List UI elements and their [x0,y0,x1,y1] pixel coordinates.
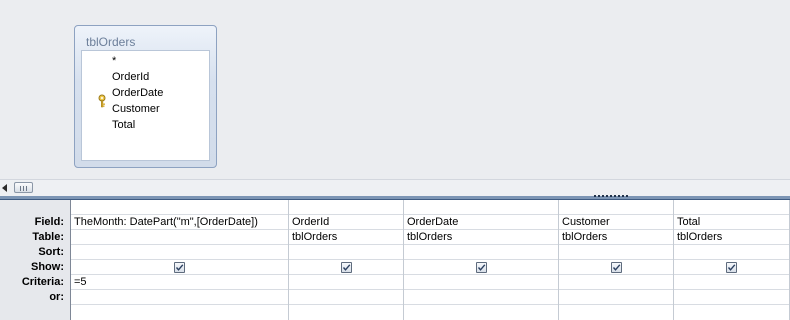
table-cell[interactable]: tblOrders [289,230,403,245]
or-cell[interactable] [404,290,558,305]
field-list[interactable]: * OrderId OrderDate Customer Total [81,50,210,161]
primary-key-icon [98,94,106,108]
row-label-or: or: [49,291,64,303]
sort-cell[interactable] [404,245,558,260]
row-label-table: Table: [32,231,64,243]
show-checkbox[interactable] [476,262,487,273]
table-cell[interactable]: tblOrders [559,230,673,245]
horizontal-scrollbar[interactable] [0,179,790,196]
criteria-cell[interactable]: =5 [71,275,288,290]
table-cell[interactable] [71,230,288,245]
criteria-cell[interactable] [404,275,558,290]
show-checkbox[interactable] [611,262,622,273]
criteria-cell[interactable] [674,275,789,290]
row-label-field: Field: [34,216,64,228]
row-headers: Field: Table: Sort: Show: Criteria: or: [0,200,71,320]
criteria-cell[interactable] [559,275,673,290]
sort-cell[interactable] [559,245,673,260]
field-item-orderdate[interactable]: OrderDate [112,86,163,101]
field-cell[interactable]: OrderDate [404,215,558,230]
field-item-customer[interactable]: Customer [112,102,160,117]
or-cell[interactable] [559,290,673,305]
query-design-grid: Field: Table: Sort: Show: Criteria: or: … [0,200,790,320]
field-cell[interactable]: TheMonth: DatePart("m",[OrderDate]) [71,215,288,230]
grid-column[interactable]: OrderDate tblOrders [404,200,559,320]
show-checkbox[interactable] [726,262,737,273]
table-title[interactable]: tblOrders [86,36,135,48]
grid-column[interactable]: OrderId tblOrders [289,200,404,320]
field-cell[interactable]: Customer [559,215,673,230]
scroll-thumb[interactable] [14,182,33,193]
field-cell[interactable]: OrderId [289,215,403,230]
field-item-total[interactable]: Total [112,118,135,133]
scroll-left-arrow-icon[interactable] [2,184,7,192]
sort-cell[interactable] [289,245,403,260]
splitter-grip-icon[interactable] [594,195,630,198]
grid-column[interactable]: TheMonth: DatePart("m",[OrderDate]) =5 [71,200,289,320]
grid-column[interactable]: Total tblOrders [674,200,790,320]
table-diagram-pane: tblOrders * OrderId OrderDate Customer T… [0,0,790,179]
table-field-list-window[interactable]: tblOrders * OrderId OrderDate Customer T… [74,25,217,168]
field-cell[interactable]: Total [674,215,789,230]
row-label-criteria: Criteria: [21,276,64,288]
or-cell[interactable] [674,290,789,305]
row-label-sort: Sort: [38,246,64,258]
or-cell[interactable] [71,290,288,305]
row-label-show: Show: [31,261,64,273]
field-item-orderid[interactable]: OrderId [112,70,149,85]
field-item-all[interactable]: * [112,54,116,69]
grid-column[interactable]: Customer tblOrders [559,200,674,320]
grid-area: TheMonth: DatePart("m",[OrderDate]) =5 Ord… [71,200,790,320]
sort-cell[interactable] [71,245,288,260]
show-checkbox[interactable] [341,262,352,273]
table-cell[interactable]: tblOrders [404,230,558,245]
criteria-cell[interactable] [289,275,403,290]
sort-cell[interactable] [674,245,789,260]
table-cell[interactable]: tblOrders [674,230,789,245]
or-cell[interactable] [289,290,403,305]
show-checkbox[interactable] [174,262,185,273]
